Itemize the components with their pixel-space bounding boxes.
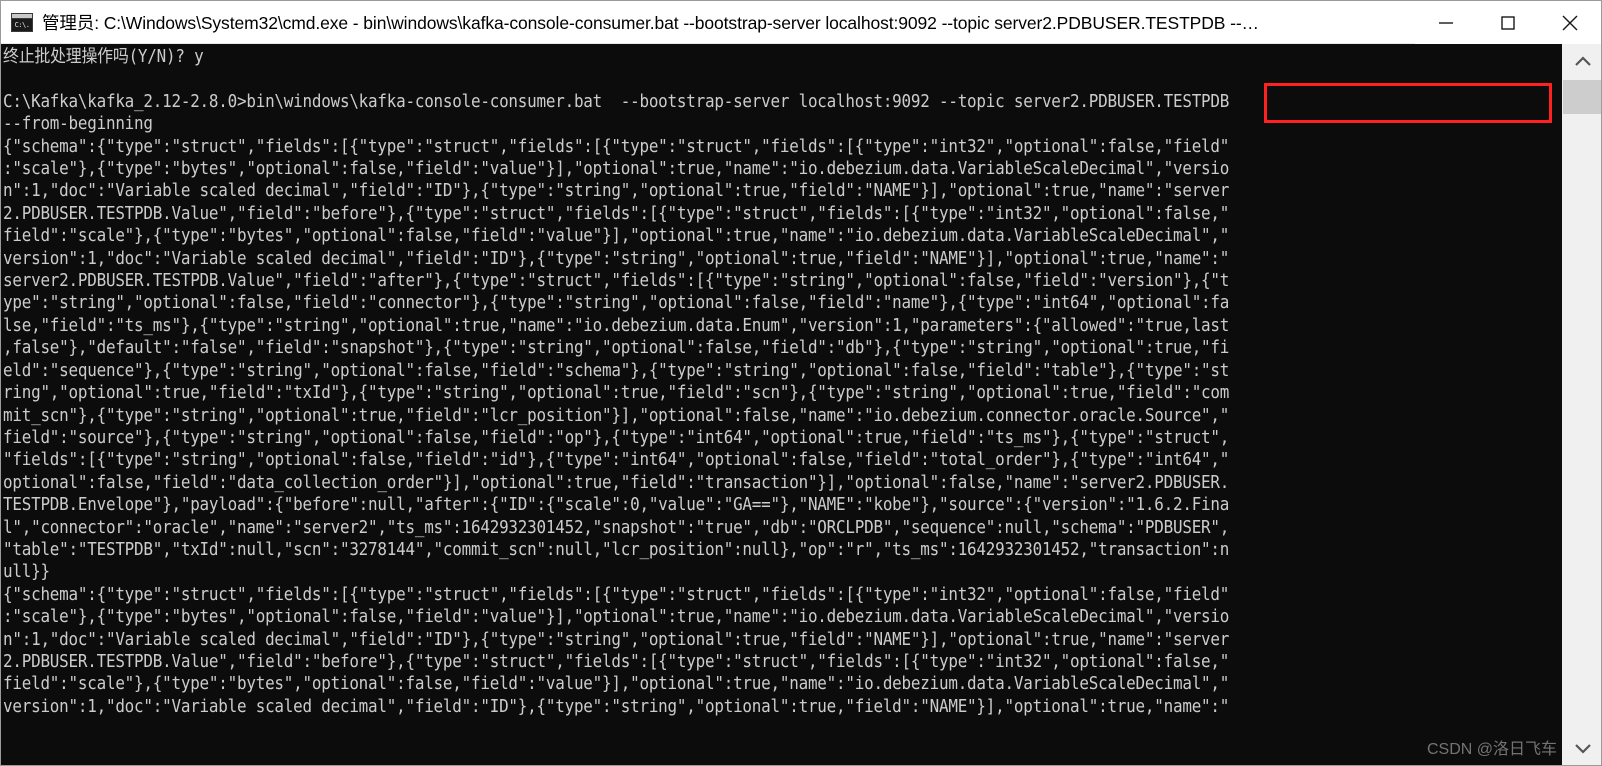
console-output-area[interactable]: 终止批处理操作吗(Y/N)? y C:\Kafka\kafka_2.12-2.8… <box>1 44 1562 765</box>
vertical-scrollbar[interactable] <box>1562 44 1601 765</box>
console-window: C:\. 管理员: C:\Windows\System32\cmd.exe - … <box>0 0 1602 766</box>
console-text: 终止批处理操作吗(Y/N)? y C:\Kafka\kafka_2.12-2.8… <box>3 47 1230 717</box>
scrollbar-thumb[interactable] <box>1563 80 1601 114</box>
title-bar[interactable]: C:\. 管理员: C:\Windows\System32\cmd.exe - … <box>1 1 1601 44</box>
cmd-icon[interactable]: C:\. <box>11 12 33 32</box>
minimize-button[interactable] <box>1415 1 1477 44</box>
scroll-up-arrow-icon[interactable] <box>1563 44 1601 80</box>
maximize-button[interactable] <box>1477 1 1539 44</box>
cmd-icon-prompt: C:\. <box>12 18 32 31</box>
scroll-down-arrow-icon[interactable] <box>1563 730 1601 765</box>
scrollbar-track[interactable] <box>1563 114 1601 730</box>
window-title: 管理员: C:\Windows\System32\cmd.exe - bin\w… <box>42 12 1259 33</box>
window-controls <box>1415 1 1601 44</box>
close-button[interactable] <box>1539 1 1601 44</box>
